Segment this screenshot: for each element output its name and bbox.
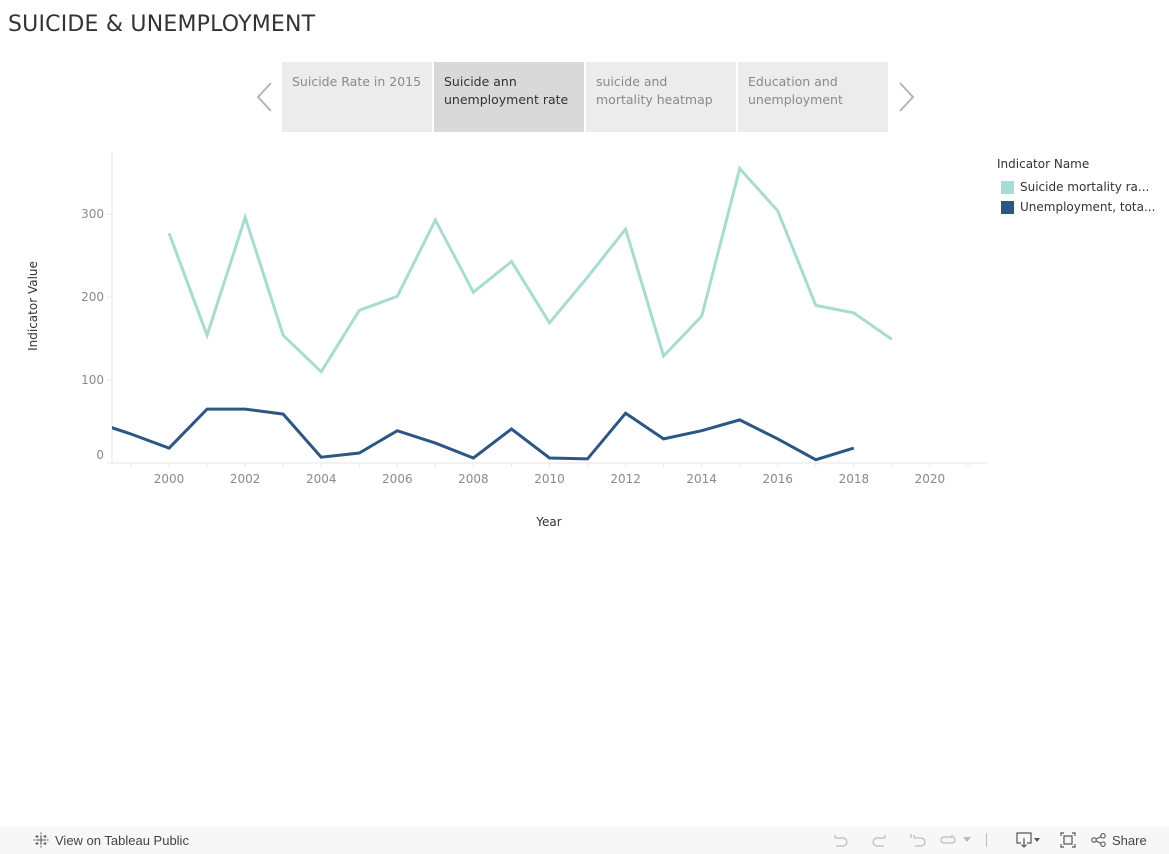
share-label: Share xyxy=(1112,832,1147,848)
fullscreen-button[interactable] xyxy=(1045,826,1091,854)
x-tick-label: 2006 xyxy=(382,472,413,486)
tab-suicide-mortality-heatmap[interactable]: suicide and mortality heatmap xyxy=(586,62,736,132)
refresh-button[interactable] xyxy=(936,826,960,854)
legend-item-unemployment[interactable]: Unemployment, tota... xyxy=(997,197,1155,217)
line-chart: 0 100 200 300 2000 2002 2004 2006 2008 2010 2012 20… xyxy=(26,152,987,529)
tab-label: Education and unemployment xyxy=(748,74,843,107)
tab-label: Suicide ann unemployment rate xyxy=(444,74,569,107)
toolbar-divider xyxy=(986,833,987,847)
chevron-down-icon xyxy=(963,837,971,842)
undo-icon xyxy=(834,835,848,847)
revert-button[interactable] xyxy=(900,826,936,854)
refresh-dropdown[interactable] xyxy=(960,826,974,854)
view-on-tableau-link[interactable]: View on Tableau Public xyxy=(33,832,189,848)
y-tick-label: 100 xyxy=(81,373,104,387)
next-tab-button[interactable] xyxy=(896,80,916,114)
legend-label: Suicide mortality ra... xyxy=(1020,180,1150,194)
chevron-right-icon xyxy=(899,82,915,112)
x-tick-label: 2014 xyxy=(686,472,717,486)
x-tick-label: 2018 xyxy=(839,472,870,486)
refresh-icon xyxy=(940,835,956,844)
tab-education-unemployment[interactable]: Education and unemployment xyxy=(738,62,888,132)
tab-label: Suicide Rate in 2015 xyxy=(292,74,422,89)
y-tick-label: 0 xyxy=(96,448,104,462)
legend-swatch xyxy=(1001,200,1014,214)
x-tick-label: 2012 xyxy=(610,472,641,486)
share-button[interactable]: Share xyxy=(1091,826,1169,854)
x-tick-label: 2010 xyxy=(534,472,565,486)
legend-title: Indicator Name xyxy=(997,157,1090,171)
x-tick-label: 2016 xyxy=(762,472,793,486)
legend-swatch xyxy=(1001,180,1014,194)
download-button[interactable] xyxy=(1011,826,1045,854)
suicide-mortality-line xyxy=(167,165,893,375)
tableau-logo-icon xyxy=(33,832,49,848)
unemployment-line xyxy=(112,407,855,462)
x-tick-label: 2020 xyxy=(915,472,946,486)
y-tick-label: 300 xyxy=(81,207,104,221)
x-tick-label: 2008 xyxy=(458,472,489,486)
x-tick-label: 2004 xyxy=(306,472,337,486)
undo-button[interactable] xyxy=(820,826,860,854)
chevron-left-icon xyxy=(256,82,272,112)
y-tick-label: 200 xyxy=(81,290,104,304)
tab-suicide-unemployment-rate[interactable]: Suicide ann unemployment rate xyxy=(434,62,584,132)
redo-button[interactable] xyxy=(860,826,900,854)
share-icon xyxy=(1091,833,1106,847)
x-tick-label: 2002 xyxy=(230,472,261,486)
legend-label: Unemployment, tota... xyxy=(1020,200,1156,214)
footer-toolbar: View on Tableau Public Share xyxy=(0,826,1169,854)
fullscreen-icon xyxy=(1060,832,1076,848)
legend-item-suicide[interactable]: Suicide mortality ra... xyxy=(997,177,1155,197)
revert-icon xyxy=(910,834,926,847)
view-on-tableau-label: View on Tableau Public xyxy=(55,832,189,848)
redo-icon xyxy=(872,835,886,847)
dashboard-title: SUICIDE & UNEMPLOYMENT xyxy=(8,12,316,37)
legend: Indicator Name Suicide mortality ra... U… xyxy=(997,157,1155,217)
download-icon xyxy=(1016,832,1040,848)
story-tabs: Suicide Rate in 2015 Suicide ann unemplo… xyxy=(282,62,888,132)
tab-label: suicide and mortality heatmap xyxy=(596,74,713,107)
tab-suicide-rate-2015[interactable]: Suicide Rate in 2015 xyxy=(282,62,432,132)
x-axis-label: Year xyxy=(535,515,561,529)
previous-tab-button[interactable] xyxy=(255,80,275,114)
y-axis-label: Indicator Value xyxy=(26,261,40,351)
x-tick-label: 2000 xyxy=(154,472,185,486)
